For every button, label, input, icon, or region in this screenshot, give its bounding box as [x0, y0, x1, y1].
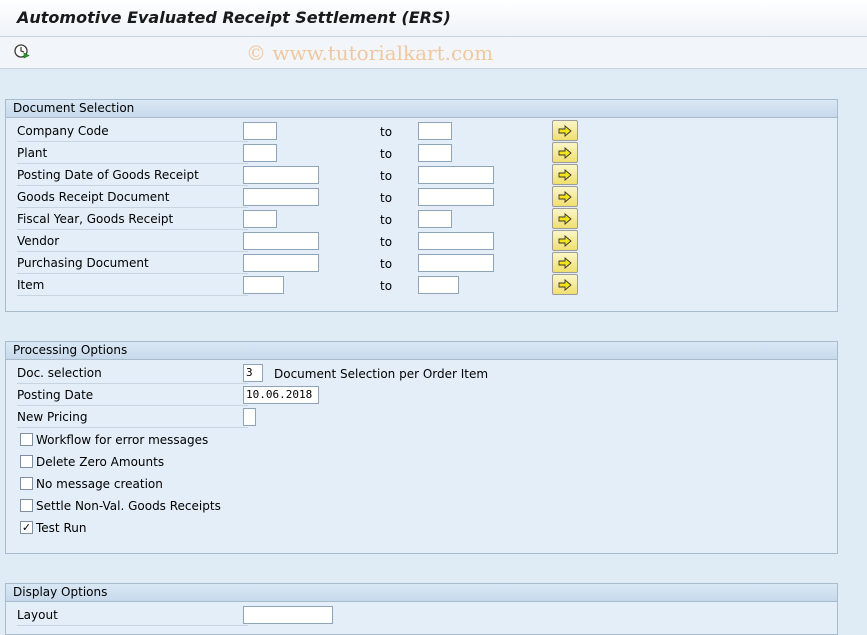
posting-date-label: Posting Date — [17, 387, 248, 406]
posting-date-gr-row: Posting Date of Goods Receipt to — [6, 164, 837, 186]
settle-non-val-row: Settle Non-Val. Goods Receipts — [6, 494, 837, 516]
posting-date-input[interactable]: 10.06.2018 — [243, 386, 319, 404]
watermark-text: © www.tutorialkart.com — [246, 41, 494, 65]
multiple-selection-button[interactable] — [552, 252, 578, 273]
multiple-selection-button[interactable] — [552, 230, 578, 251]
gr-document-row: Goods Receipt Document to — [6, 186, 837, 208]
fiscal-year-label: Fiscal Year, Goods Receipt — [17, 211, 248, 230]
arrow-right-icon — [558, 256, 572, 269]
doc-selection-label: Doc. selection — [17, 365, 248, 384]
arrow-right-icon — [558, 146, 572, 159]
multiple-selection-button[interactable] — [552, 186, 578, 207]
display-options-header: Display Options — [6, 584, 837, 602]
fiscal-year-to-input[interactable] — [418, 210, 452, 228]
layout-label: Layout — [17, 607, 248, 626]
workflow-errors-row: Workflow for error messages — [6, 428, 837, 450]
delete-zero-amounts-checkbox[interactable] — [20, 455, 33, 468]
doc-selection-row: Doc. selection 3 Document Selection per … — [6, 362, 837, 384]
document-selection-header: Document Selection — [6, 100, 837, 118]
delete-zero-amounts-label: Delete Zero Amounts — [36, 455, 165, 469]
posting-date-gr-from-input[interactable] — [243, 166, 319, 184]
arrow-right-icon — [558, 168, 572, 181]
purchasing-document-to-input[interactable] — [418, 254, 494, 272]
to-label: to — [380, 125, 393, 139]
vendor-from-input[interactable] — [243, 232, 319, 250]
multiple-selection-button[interactable] — [552, 142, 578, 163]
item-to-input[interactable] — [418, 276, 459, 294]
settle-non-val-checkbox[interactable] — [20, 499, 33, 512]
workflow-errors-checkbox[interactable] — [20, 433, 33, 446]
multiple-selection-button[interactable] — [552, 164, 578, 185]
processing-options-header: Processing Options — [6, 342, 837, 360]
multiple-selection-button[interactable] — [552, 120, 578, 141]
to-label: to — [380, 235, 393, 249]
company-code-label: Company Code — [17, 123, 248, 142]
arrow-right-icon — [558, 234, 572, 247]
company-code-from-input[interactable] — [243, 122, 277, 140]
doc-selection-description: Document Selection per Order Item — [274, 367, 489, 381]
display-options-group: Display Options Layout — [5, 583, 838, 635]
item-from-input[interactable] — [243, 276, 284, 294]
page-title: Automotive Evaluated Receipt Settlement … — [17, 8, 451, 27]
title-bar: Automotive Evaluated Receipt Settlement … — [0, 0, 867, 37]
plant-label: Plant — [17, 145, 248, 164]
purchasing-document-from-input[interactable] — [243, 254, 319, 272]
item-row: Item to — [6, 274, 837, 296]
plant-row: Plant to — [6, 142, 837, 164]
vendor-to-input[interactable] — [418, 232, 494, 250]
layout-row: Layout — [6, 604, 837, 626]
delete-zero-amounts-row: Delete Zero Amounts — [6, 450, 837, 472]
purchasing-document-row: Purchasing Document to — [6, 252, 837, 274]
to-label: to — [380, 191, 393, 205]
test-run-checkbox[interactable]: ✓ — [20, 521, 33, 534]
multiple-selection-button[interactable] — [552, 208, 578, 229]
test-run-label: Test Run — [36, 521, 87, 535]
fiscal-year-from-input[interactable] — [243, 210, 277, 228]
company-code-row: Company Code to — [6, 120, 837, 142]
item-label: Item — [17, 277, 248, 296]
vendor-label: Vendor — [17, 233, 248, 252]
to-label: to — [380, 169, 393, 183]
new-pricing-label: New Pricing — [17, 409, 248, 428]
doc-selection-input[interactable]: 3 — [243, 364, 263, 382]
fiscal-year-row: Fiscal Year, Goods Receipt to — [6, 208, 837, 230]
to-label: to — [380, 279, 393, 293]
new-pricing-input[interactable] — [243, 408, 256, 426]
processing-options-group: Processing Options Doc. selection 3 Docu… — [5, 341, 838, 554]
arrow-right-icon — [558, 278, 572, 291]
gr-document-label: Goods Receipt Document — [17, 189, 248, 208]
to-label: to — [380, 213, 393, 227]
arrow-right-icon — [558, 124, 572, 137]
arrow-right-icon — [558, 212, 572, 225]
document-selection-group: Document Selection Company Code to Plant… — [5, 99, 838, 312]
no-message-creation-label: No message creation — [36, 477, 163, 491]
multiple-selection-button[interactable] — [552, 274, 578, 295]
settle-non-val-label: Settle Non-Val. Goods Receipts — [36, 499, 221, 513]
to-label: to — [380, 257, 393, 271]
workflow-errors-label: Workflow for error messages — [36, 433, 209, 447]
new-pricing-row: New Pricing — [6, 406, 837, 428]
arrow-right-icon — [558, 190, 572, 203]
posting-date-gr-to-input[interactable] — [418, 166, 494, 184]
plant-from-input[interactable] — [243, 144, 277, 162]
to-label: to — [380, 147, 393, 161]
gr-document-from-input[interactable] — [243, 188, 319, 206]
no-message-creation-row: No message creation — [6, 472, 837, 494]
vendor-row: Vendor to — [6, 230, 837, 252]
purchasing-document-label: Purchasing Document — [17, 255, 248, 274]
gr-document-to-input[interactable] — [418, 188, 494, 206]
application-toolbar: © www.tutorialkart.com — [0, 37, 867, 69]
layout-input[interactable] — [243, 606, 333, 624]
posting-date-gr-label: Posting Date of Goods Receipt — [17, 167, 248, 186]
company-code-to-input[interactable] — [418, 122, 452, 140]
execute-clock-icon[interactable] — [13, 42, 31, 60]
posting-date-row: Posting Date 10.06.2018 — [6, 384, 837, 406]
plant-to-input[interactable] — [418, 144, 452, 162]
test-run-row: ✓ Test Run — [6, 516, 837, 538]
no-message-creation-checkbox[interactable] — [20, 477, 33, 490]
